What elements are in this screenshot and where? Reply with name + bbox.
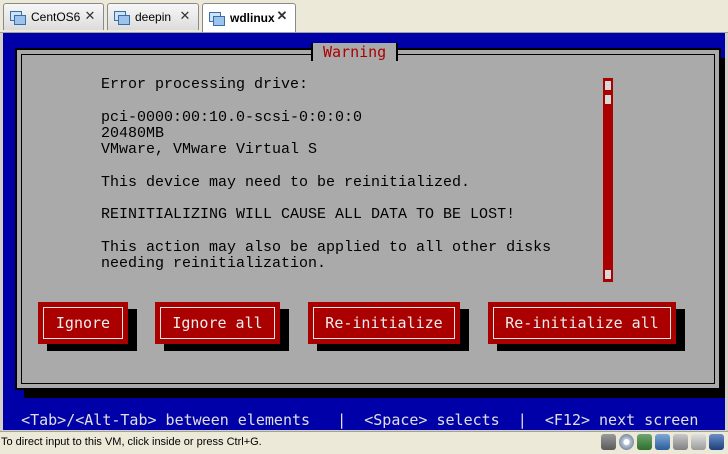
dialog-message: Error processing drive: pci-0000:00:10.0…: [101, 76, 581, 273]
message-scrollbar[interactable]: [603, 78, 613, 282]
display-icon[interactable]: [709, 434, 724, 450]
vm-tab-bar: CentOS6 ✕ deepin ✕ wdlinux ✕: [0, 0, 728, 33]
sound-icon[interactable]: [673, 434, 688, 450]
ignore-button[interactable]: Ignore: [38, 302, 128, 344]
message-line: VMware, VMware Virtual S: [101, 141, 318, 159]
virtual-machine-icon: [209, 11, 225, 26]
tab-label: wdlinux: [230, 11, 275, 25]
message-line: Error processing drive:: [101, 76, 309, 93]
message-line: This action may also be applied to all o…: [101, 238, 552, 256]
ignore-all-button[interactable]: Ignore all: [155, 302, 280, 344]
status-message: To direct input to this VM, click inside…: [1, 436, 262, 448]
tab-centos6[interactable]: CentOS6 ✕: [3, 3, 104, 30]
scroll-up-arrow[interactable]: [605, 81, 611, 90]
virtual-machine-icon: [114, 10, 130, 25]
tab-label: CentOS6: [31, 10, 81, 24]
tab-label: deepin: [135, 10, 172, 24]
tab-deepin[interactable]: deepin ✕: [107, 3, 199, 30]
vm-console[interactable]: Warning Error processing drive: pci-0000…: [3, 33, 725, 430]
message-line: REINITIALIZING WILL CAUSE ALL DATA TO BE…: [101, 206, 516, 224]
message-line: pci-0000:00:10.0-scsi-0:0:0:0: [101, 108, 363, 126]
close-icon[interactable]: ✕: [275, 9, 289, 23]
reinitialize-button[interactable]: Re-initialize: [308, 302, 460, 344]
keyboard-help-line: <Tab>/<Alt-Tab> between elements | <Spac…: [3, 410, 725, 430]
message-line: This device may need to be reinitialized…: [101, 173, 471, 191]
reinitialize-all-button[interactable]: Re-initialize all: [488, 302, 676, 344]
close-icon[interactable]: ✕: [178, 9, 192, 23]
scroll-thumb[interactable]: [605, 95, 611, 104]
tab-wdlinux[interactable]: wdlinux ✕: [202, 3, 296, 32]
virtual-machine-icon: [10, 10, 26, 25]
dialog-title: Warning: [311, 43, 399, 61]
hard-disk-icon[interactable]: [601, 434, 616, 450]
message-line: 20480MB: [101, 124, 165, 142]
printer-icon[interactable]: [691, 434, 706, 450]
device-tray: [601, 434, 724, 450]
network-icon[interactable]: [637, 434, 652, 450]
close-icon[interactable]: ✕: [83, 9, 97, 23]
message-line: needing reinitialization.: [101, 255, 327, 273]
help-text: <Tab>/<Alt-Tab> between elements | <Spac…: [21, 411, 699, 429]
scroll-down-arrow[interactable]: [605, 270, 611, 279]
cdrom-icon[interactable]: [619, 434, 634, 450]
usb-icon[interactable]: [655, 434, 670, 450]
status-bar: To direct input to this VM, click inside…: [0, 431, 728, 454]
